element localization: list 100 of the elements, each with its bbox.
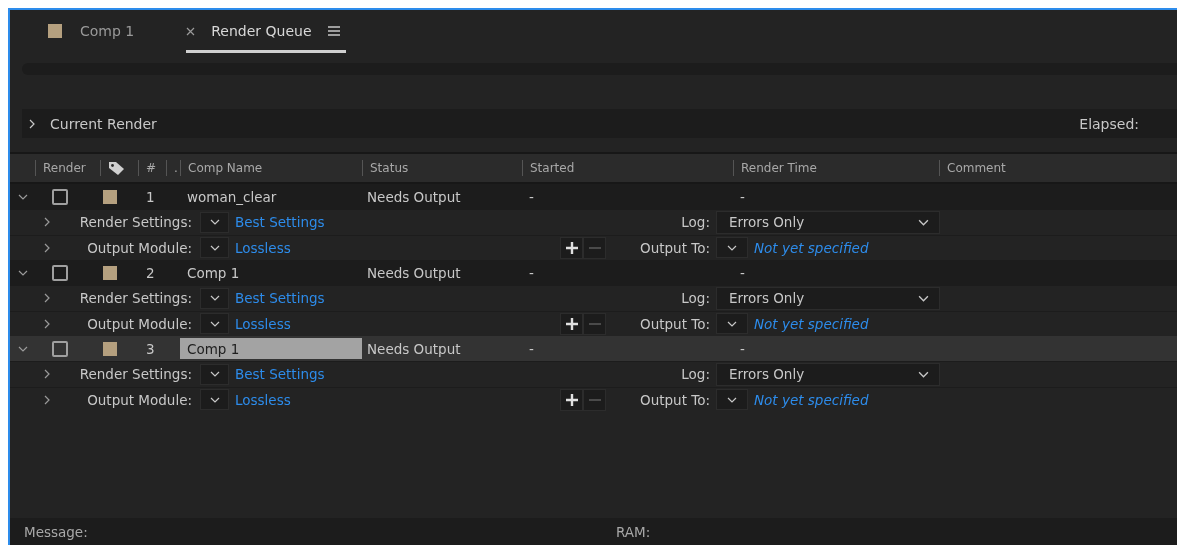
render-time-text: - [739,188,745,205]
setting-label: Render Settings: [78,290,192,307]
ram-label: RAM: [616,523,651,540]
started-text: - [528,340,534,357]
started-text: - [528,264,534,281]
chevron-down-icon [918,370,929,378]
chevron-down-icon [209,244,220,251]
status-text: Needs Output [366,264,461,281]
output-module-link[interactable]: Lossless [235,315,291,332]
comp-name[interactable]: Comp 1 [180,338,362,359]
minus-icon [587,398,602,401]
output-path-link[interactable]: Not yet specified [754,315,869,332]
settings-link[interactable]: Best Settings [235,214,325,231]
menu-icon[interactable] [327,26,340,36]
column-header[interactable]: Status [370,161,409,175]
close-icon[interactable] [186,26,196,36]
panel-tab[interactable]: Comp 1 [48,12,141,53]
setting-label: Output Module: [86,239,192,256]
chevron-down-icon [727,320,737,327]
dropdown-button[interactable] [200,237,229,259]
chevron-down-icon [209,320,220,327]
chevron-down-icon [209,371,220,378]
log-label: Log: [681,366,710,383]
comp-name[interactable]: Comp 1 [180,262,362,283]
render-checkbox[interactable] [52,340,68,357]
section-title: Current Render [50,115,157,132]
dropdown-button[interactable] [200,211,229,233]
dropdown-button[interactable] [200,313,229,335]
output-to-label: Output To: [640,391,710,408]
render-time-text: - [739,264,745,281]
column-header[interactable]: Render Time [741,161,817,175]
column-header[interactable]: Comment [947,161,1006,175]
dropdown-button[interactable] [200,287,229,309]
disclosure-icon[interactable] [43,242,51,253]
settings-link[interactable]: Best Settings [235,290,325,307]
add-button[interactable] [560,236,583,259]
message-label: Message: [24,523,89,540]
minus-icon [587,246,602,249]
log-dropdown[interactable]: Errors Only [716,286,940,310]
disclosure-icon[interactable] [43,293,51,304]
elapsed-label: Elapsed: [1079,115,1139,132]
disclosure-icon[interactable] [43,369,51,380]
output-to-label: Output To: [640,239,710,256]
render-time-text: - [739,340,745,357]
queue-item-row[interactable]: 2 Comp 1 Needs Output - - [10,260,1177,285]
item-number: 2 [145,264,155,281]
chevron-down-icon [918,218,929,226]
dropdown-button[interactable] [716,389,748,411]
color-swatch[interactable] [103,189,117,204]
setting-label: Output Module: [86,315,192,332]
item-number: 1 [145,188,155,205]
column-header[interactable]: Render [43,161,86,175]
setting-label: Render Settings: [78,366,192,383]
setting-label: Output Module: [86,391,192,408]
settings-link[interactable]: Best Settings [235,366,325,383]
render-checkbox[interactable] [52,188,68,205]
log-dropdown[interactable]: Errors Only [716,362,940,386]
log-dropdown[interactable]: Errors Only [716,210,940,234]
output-module-link[interactable]: Lossless [235,239,291,256]
disclosure-icon[interactable] [43,394,51,405]
column-header[interactable]: Comp Name [188,161,263,175]
dropdown-button[interactable] [716,237,748,259]
add-button[interactable] [560,388,583,411]
chevron-down-icon [918,294,929,302]
color-swatch[interactable] [103,265,117,280]
comp-name[interactable]: woman_clear [180,186,362,207]
plus-icon [564,392,579,407]
output-module-link[interactable]: Lossless [235,391,291,408]
column-header[interactable]: Started [530,161,575,175]
status-text: Needs Output [366,188,461,205]
item-number: 3 [145,340,155,357]
status-text: Needs Output [366,340,461,357]
queue-item-row[interactable]: 1 woman_clear Needs Output - - [10,184,1177,209]
render-checkbox[interactable] [52,264,68,281]
dropdown-button[interactable] [200,363,229,385]
chevron-down-icon [209,219,220,226]
dropdown-button[interactable] [200,389,229,411]
output-to-label: Output To: [640,315,710,332]
column-header[interactable]: . [174,161,178,175]
disclosure-icon[interactable] [43,318,51,329]
panel-tab[interactable]: Render Queue [186,12,346,53]
minus-icon [587,322,602,325]
setting-label: Render Settings: [78,214,192,231]
chevron-down-icon [727,244,737,251]
chevron-down-icon [209,396,220,403]
dropdown-button[interactable] [716,313,748,335]
label-tag-icon[interactable] [108,160,125,176]
chevron-down-icon [727,396,737,403]
add-button[interactable] [560,312,583,335]
chevron-down-icon [209,295,220,302]
disclosure-icon[interactable] [43,217,51,228]
disclosure-icon[interactable] [28,118,36,129]
plus-icon [564,316,579,331]
output-path-link[interactable]: Not yet specified [754,239,869,256]
color-swatch[interactable] [103,341,117,356]
output-path-link[interactable]: Not yet specified [754,391,869,408]
queue-item-row[interactable]: 3 Comp 1 Needs Output - - [10,336,1177,361]
started-text: - [528,188,534,205]
column-header[interactable]: # [146,161,157,175]
log-label: Log: [681,214,710,231]
